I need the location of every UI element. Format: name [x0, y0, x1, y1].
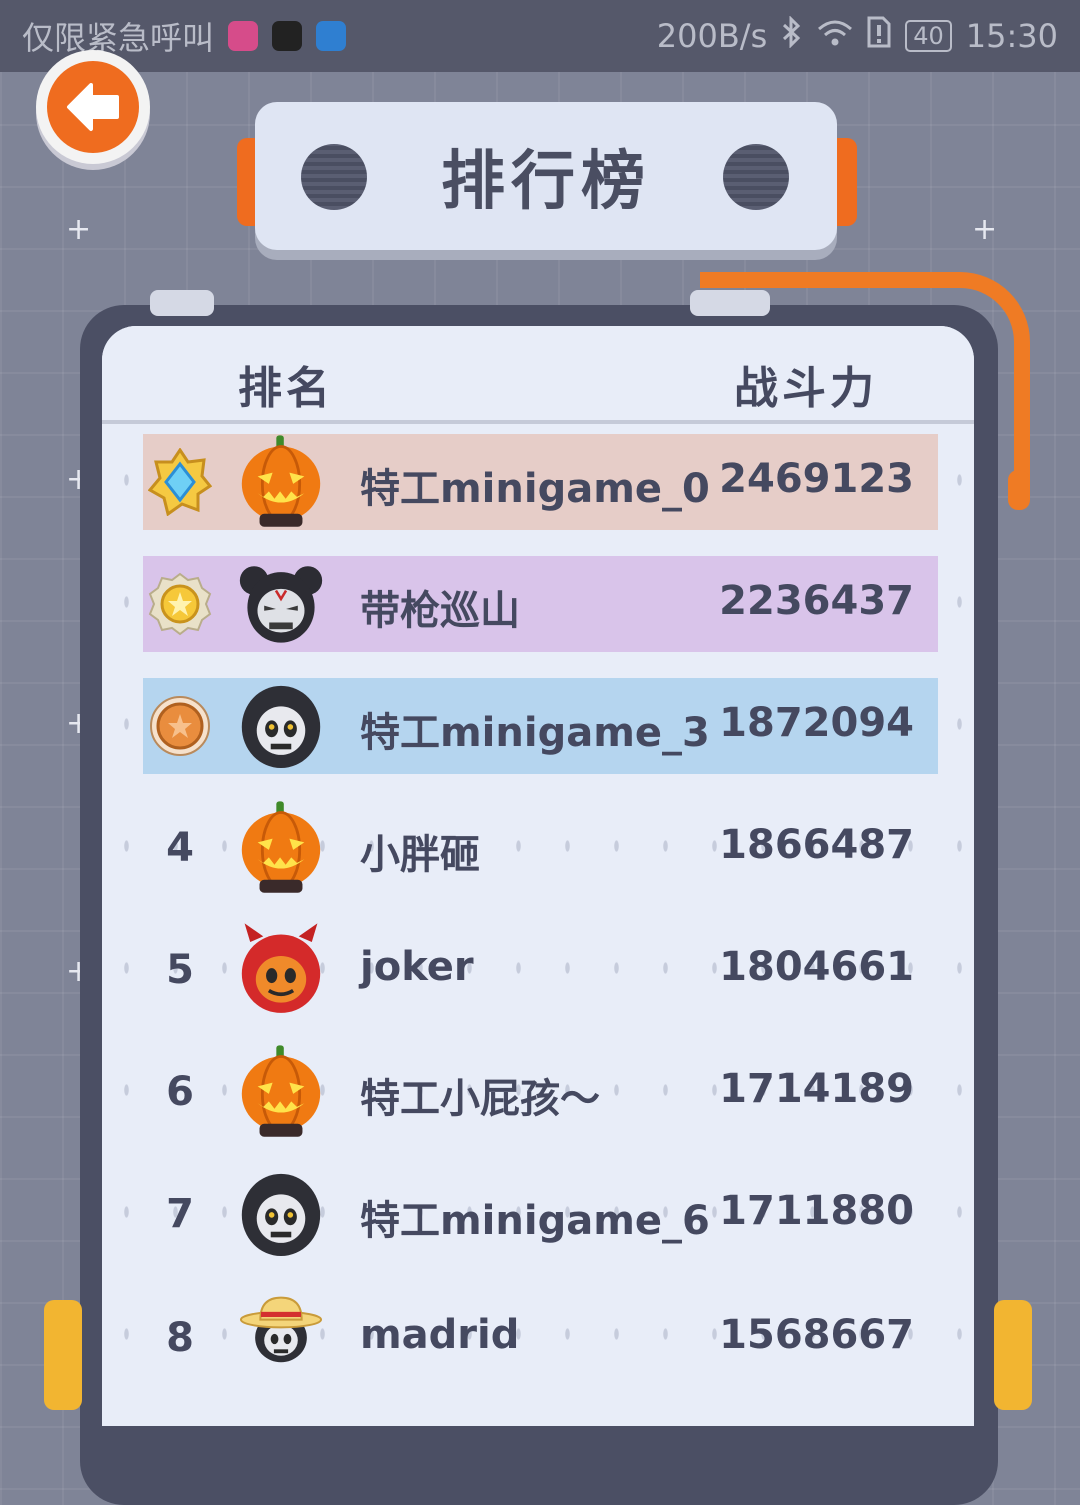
player-power: 2469123: [719, 456, 914, 502]
leaderboard-row[interactable]: 5 joker 1804661: [143, 922, 938, 1018]
sim-alert-icon: [867, 16, 891, 56]
board-tab: [150, 290, 214, 316]
board-tab: [690, 290, 770, 316]
wifi-icon: [817, 17, 853, 55]
rank-number: 8: [166, 1315, 194, 1361]
rank-number: 4: [166, 825, 194, 871]
grid-plus-marker: +: [972, 212, 998, 247]
leaderboard-row[interactable]: 4 小胖砸 1866487: [143, 800, 938, 896]
player-avatar: [239, 684, 323, 768]
grid-plus-marker: +: [66, 212, 92, 247]
leaderboard-row[interactable]: 带枪巡山 2236437: [143, 556, 938, 652]
app-notification-icon: [228, 21, 259, 51]
bluetooth-icon: [781, 15, 803, 56]
page-title: 排行榜: [441, 145, 651, 219]
leaderboard-row[interactable]: 特工minigame_0 2469123: [143, 434, 938, 530]
carrier-text: 仅限紧急呼叫: [22, 19, 215, 57]
back-button[interactable]: [36, 50, 150, 164]
red-devil-avatar: [241, 923, 321, 1013]
battery-indicator: 40: [905, 20, 952, 52]
title-plate: 排行榜: [255, 102, 837, 250]
side-handle-left: [44, 1300, 82, 1410]
diamond-medal-icon: [148, 448, 212, 516]
player-power: 1711880: [719, 1188, 914, 1234]
bronze-medal-icon: [150, 696, 210, 756]
back-arrow-icon: [47, 61, 139, 153]
status-bar: 仅限紧急呼叫 200B/s 40 15:30: [0, 0, 1080, 72]
app-store-icon: [316, 21, 347, 51]
power-column-header: 战斗力: [734, 363, 878, 414]
side-handle-right: [994, 1300, 1032, 1410]
pumpkin-avatar: [241, 801, 321, 893]
leaderboard-row[interactable]: 6 特工小屁孩～ 1714189: [143, 1044, 938, 1140]
player-name: 带枪巡山: [360, 588, 520, 634]
rank-cell: 6: [143, 1044, 217, 1140]
pumpkin-avatar: [241, 1045, 321, 1137]
player-name: 小胖砸: [360, 832, 480, 878]
clock: 15:30: [965, 17, 1058, 55]
rank-number: 5: [166, 947, 194, 993]
leaderboard-row[interactable]: 特工minigame_3 1872094: [143, 678, 938, 774]
rank-column-header: 排名: [238, 363, 334, 414]
rank-cell: 8: [143, 1290, 217, 1386]
tiktok-icon: [272, 21, 303, 51]
rank-number: 7: [166, 1191, 194, 1237]
player-power: 2236437: [719, 578, 914, 624]
player-name: joker: [360, 944, 474, 990]
player-avatar: [239, 923, 323, 1013]
player-name: 特工minigame_3: [360, 710, 710, 756]
mouse-ears-skull-avatar: [239, 566, 323, 643]
player-power: 1568667: [719, 1312, 914, 1358]
player-avatar: [239, 1296, 323, 1380]
player-name: 特工小屁孩～: [360, 1076, 600, 1122]
rank-cell: 4: [143, 800, 217, 896]
column-header: 排名 战斗力: [102, 326, 974, 424]
player-power: 1866487: [719, 822, 914, 868]
player-avatar: [239, 801, 323, 893]
hooded-skull-avatar: [241, 1173, 321, 1256]
player-name: madrid: [360, 1312, 520, 1358]
player-avatar: [239, 562, 323, 646]
player-name: 特工minigame_6: [360, 1198, 710, 1244]
player-avatar: [239, 1172, 323, 1256]
player-avatar: [239, 435, 323, 527]
player-name: 特工minigame_0: [360, 466, 710, 512]
player-power: 1714189: [719, 1066, 914, 1112]
rank-cell: [143, 556, 217, 652]
straw-hat-skull-avatar: [239, 1296, 323, 1363]
hooded-skull-avatar: [241, 685, 321, 768]
cable-plug: [1008, 470, 1030, 510]
leaderboard-row[interactable]: 7 特工minigame_6 1711880: [143, 1166, 938, 1262]
gold-medal-icon: [148, 572, 212, 636]
rank-cell: [143, 434, 217, 530]
rank-cell: 5: [143, 922, 217, 1018]
player-avatar: [239, 1045, 323, 1137]
rank-cell: [143, 678, 217, 774]
bolt-icon: [723, 144, 789, 210]
rank-cell: 7: [143, 1166, 217, 1262]
player-power: 1804661: [719, 944, 914, 990]
leaderboard-row[interactable]: 8 madrid 1568667: [143, 1290, 938, 1386]
pumpkin-avatar: [241, 435, 321, 527]
network-speed: 200B/s: [656, 17, 768, 55]
player-power: 1872094: [719, 700, 914, 746]
bolt-icon: [301, 144, 367, 210]
rank-number: 6: [166, 1069, 194, 1115]
